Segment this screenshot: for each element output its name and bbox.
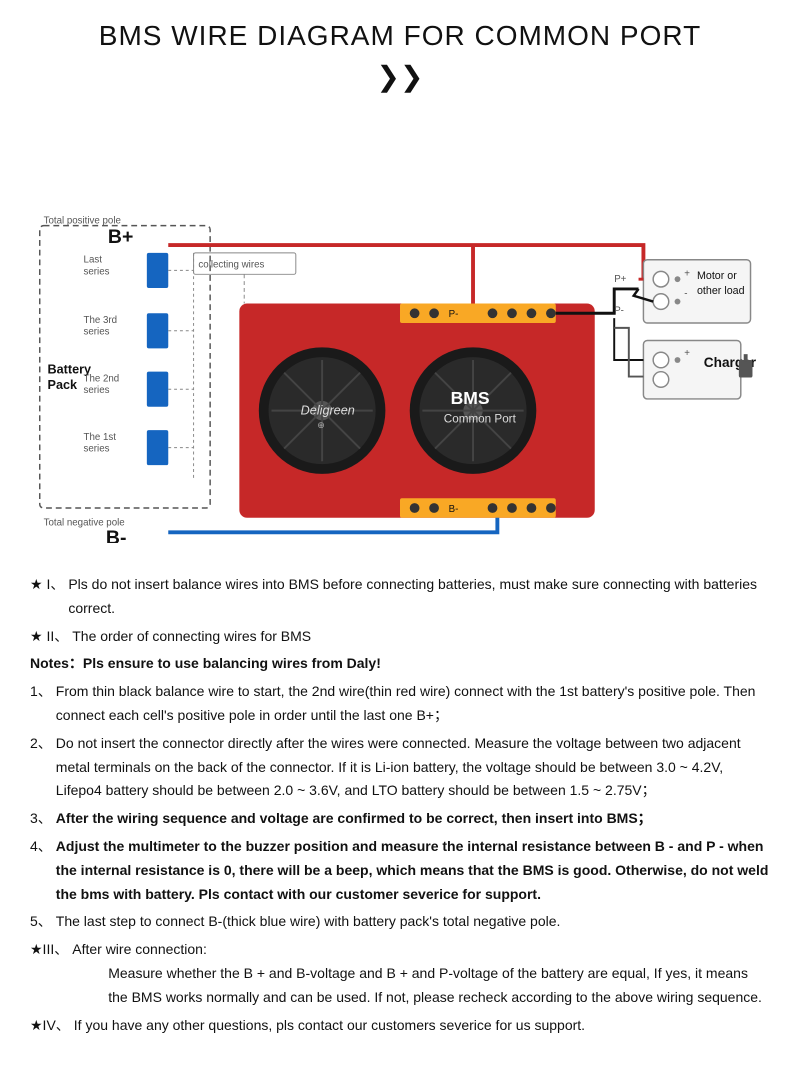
num-1: 1、 — [30, 680, 52, 704]
instruction-item-3: ★III、 After wire connection: Measure whe… — [30, 938, 770, 1009]
instruction-2-text: The order of connecting wires for BMS — [72, 625, 311, 649]
page-title: BMS WIRE DIAGRAM FOR COMMON PORT — [30, 20, 770, 52]
instruction-item-2: ★ II、 The order of connecting wires for … — [30, 625, 770, 649]
svg-text:Common Port: Common Port — [444, 412, 517, 425]
instruction-num-1: 1、 From thin black balance wire to start… — [30, 680, 770, 728]
star-2: ★ II、 — [30, 625, 68, 649]
instruction-num-5: 5、 The last step to connect B-(thick blu… — [30, 910, 770, 934]
notes-bold-text: Pls ensure to use balancing wires from D… — [83, 655, 381, 671]
svg-text:BMS: BMS — [451, 388, 490, 408]
svg-text:⊕: ⊕ — [317, 420, 324, 430]
instructions-section: ★ I、 Pls do not insert balance wires int… — [30, 573, 770, 1037]
svg-text:series: series — [84, 266, 110, 277]
star-1: ★ I、 — [30, 573, 64, 597]
instruction-num-3: 3、 After the wiring sequence and voltage… — [30, 807, 770, 831]
num-5: 5、 — [30, 910, 52, 934]
svg-text:Total positive pole: Total positive pole — [44, 216, 121, 227]
num-4: 4、 — [30, 835, 52, 859]
svg-text:B+: B+ — [108, 226, 133, 248]
svg-text:The 3rd: The 3rd — [84, 315, 117, 326]
svg-text:-: - — [684, 289, 687, 300]
svg-text:P-: P- — [614, 305, 624, 316]
instruction-3-text: After wire connection: — [72, 941, 207, 957]
svg-text:Deligreen: Deligreen — [301, 404, 355, 418]
collecting-wires-label: collecting wires — [198, 260, 264, 271]
svg-text:series: series — [84, 444, 110, 455]
instruction-1-text: Pls do not insert balance wires into BMS… — [68, 573, 770, 621]
svg-text:series: series — [84, 327, 110, 338]
notes-line: Notes：Pls ensure to use balancing wires … — [30, 652, 770, 676]
svg-text:series: series — [84, 385, 110, 396]
star-4: ★IV、 — [30, 1014, 70, 1038]
instruction-num-4: 4、 Adjust the multimeter to the buzzer p… — [30, 835, 770, 906]
svg-text:+: + — [684, 348, 690, 359]
svg-text:B-: B- — [449, 504, 459, 515]
diagram-area: Battery Pack Last series The 3rd series … — [30, 103, 770, 543]
num-3-text: After the wiring sequence and voltage ar… — [56, 807, 652, 831]
svg-text:B-: B- — [106, 527, 127, 543]
num-4-text: Adjust the multimeter to the buzzer posi… — [56, 835, 770, 906]
svg-text:The 1st: The 1st — [84, 432, 117, 443]
num-2: 2、 — [30, 732, 52, 756]
svg-text:Last: Last — [84, 255, 103, 266]
chevron-icon: ❯❯ — [30, 60, 770, 93]
instruction-item-4: ★IV、 If you have any other questions, pl… — [30, 1014, 770, 1038]
svg-text:Motor or: Motor or — [697, 270, 737, 282]
svg-text:P-: P- — [449, 309, 459, 320]
svg-text:Pack: Pack — [48, 378, 78, 392]
instruction-3-detail: Measure whether the B + and B-voltage an… — [108, 962, 770, 1010]
star-3: ★III、 — [30, 938, 68, 962]
svg-text:P+: P+ — [614, 274, 626, 285]
num-2-text: Do not insert the connector directly aft… — [56, 732, 770, 803]
svg-text:+: + — [684, 268, 690, 279]
num-3: 3、 — [30, 807, 52, 831]
svg-text:other load: other load — [697, 285, 745, 297]
num-5-text: The last step to connect B-(thick blue w… — [56, 910, 561, 934]
notes-label: Notes： — [30, 655, 83, 671]
instruction-item-1: ★ I、 Pls do not insert balance wires int… — [30, 573, 770, 621]
svg-text:The 2nd: The 2nd — [84, 373, 120, 384]
num-1-text: From thin black balance wire to start, t… — [56, 680, 770, 728]
instruction-4-text: If you have any other questions, pls con… — [74, 1014, 585, 1038]
instruction-num-2: 2、 Do not insert the connector directly … — [30, 732, 770, 803]
